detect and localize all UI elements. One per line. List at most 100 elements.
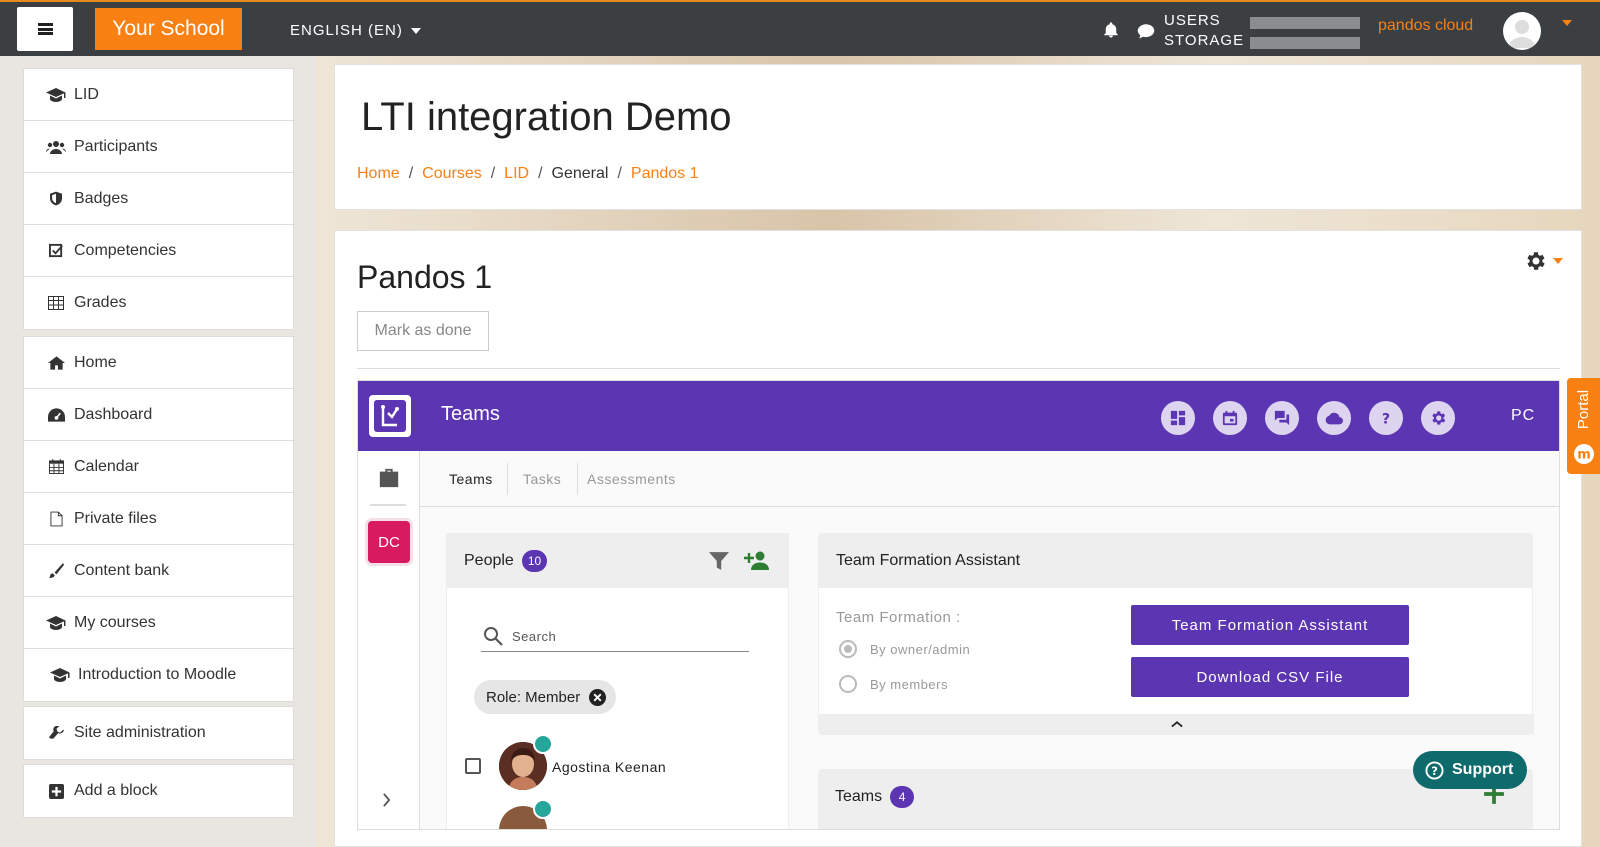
sidebar-item-site-admin[interactable]: Site administration: [24, 707, 293, 759]
wrench-icon: [46, 725, 66, 741]
teams-list-title: Teams: [835, 788, 883, 805]
chevron-right-icon[interactable]: [382, 793, 391, 807]
sidebar-item-badges[interactable]: Badges: [24, 173, 293, 225]
breadcrumb-home[interactable]: Home: [357, 165, 400, 182]
sidebar-item-my-courses[interactable]: My courses: [24, 597, 293, 649]
member-checkbox[interactable]: [465, 758, 481, 774]
user-menu-caret-icon[interactable]: [1562, 20, 1572, 26]
language-menu[interactable]: ENGLISH (EN): [290, 22, 421, 39]
member-name[interactable]: Agostina Keenan: [552, 759, 666, 775]
sidebar-item-grades[interactable]: Grades: [24, 277, 293, 329]
sidebar-item-intro-moodle[interactable]: Introduction to Moodle: [24, 649, 293, 701]
top-navbar: Your School ENGLISH (EN) USERS STORAGE p…: [0, 0, 1600, 56]
user-initials[interactable]: PC: [1511, 407, 1535, 425]
briefcase-icon[interactable]: [378, 468, 400, 488]
sidebar-item-label: Grades: [74, 294, 127, 311]
teams-list-header: Teams 4: [835, 786, 915, 808]
sidebar-item-label: LID: [74, 85, 99, 103]
teams-logo: [369, 395, 411, 437]
language-label: ENGLISH (EN): [290, 22, 403, 39]
search-icon: [484, 627, 503, 646]
filter-icon[interactable]: [709, 551, 729, 571]
people-panel: People 10 Search Role: Member Agostina K…: [446, 533, 789, 829]
mark-as-done-button[interactable]: Mark as done: [357, 311, 489, 351]
hamburger-icon: [37, 23, 53, 35]
page-title: LTI integration Demo: [361, 95, 732, 139]
forum-icon[interactable]: [1265, 401, 1299, 435]
sidebar-item-label: Competencies: [74, 241, 177, 259]
tab-teams[interactable]: Teams: [449, 471, 493, 487]
sidebar-item-dashboard[interactable]: Dashboard: [24, 389, 293, 441]
settings-gear-icon[interactable]: [1421, 401, 1455, 435]
add-block-button[interactable]: Add a block: [24, 765, 293, 817]
site-brand[interactable]: Your School: [95, 8, 242, 50]
users-icon: [46, 139, 66, 155]
sidebar-item-private-files[interactable]: Private files: [24, 493, 293, 545]
sidebar-item-participants[interactable]: Participants: [24, 121, 293, 173]
sidebar-item-label: Participants: [74, 137, 158, 155]
bell-icon[interactable]: [1102, 21, 1120, 39]
teams-app-frame: Teams ? PC DC Teams Tasks Assessments Pe…: [357, 380, 1560, 830]
team-formation-assistant-button[interactable]: Team Formation Assistant: [1131, 605, 1409, 645]
download-csv-button[interactable]: Download CSV File: [1131, 657, 1409, 697]
file-icon: [46, 511, 66, 527]
check-square-icon: [46, 243, 66, 259]
sidebar-item-competencies[interactable]: Competencies: [24, 225, 293, 277]
radio-by-members[interactable]: [839, 675, 857, 693]
collapse-bar[interactable]: [819, 714, 1534, 734]
sidebar-item-label: Home: [74, 353, 117, 371]
member-role-icon: [533, 734, 553, 754]
cloud-name-link[interactable]: pandos cloud: [1378, 17, 1473, 35]
user-avatar[interactable]: [1503, 12, 1541, 50]
workspace-avatar[interactable]: DC: [368, 521, 410, 563]
close-circle-icon[interactable]: [589, 688, 607, 706]
chevron-down-icon: [1553, 258, 1563, 264]
teams-count-badge: 4: [890, 786, 915, 808]
portal-side-tab[interactable]: Portal m: [1567, 378, 1600, 474]
help-icon[interactable]: ?: [1369, 401, 1403, 435]
sidebar-item-label: Private files: [74, 509, 157, 527]
people-header: People 10: [447, 534, 788, 588]
rail-divider: [370, 504, 406, 506]
teams-title: Teams: [441, 403, 500, 425]
activity-settings-menu[interactable]: [1523, 249, 1563, 273]
shield-icon: [46, 191, 66, 207]
calendar-icon: [46, 459, 66, 475]
teams-logo-icon: [374, 400, 406, 432]
message-icon[interactable]: [1137, 23, 1155, 39]
dashboard-icon: [46, 407, 66, 423]
team-formation-panel: Team Formation Assistant Team Formation …: [818, 533, 1534, 735]
radio-by-owner[interactable]: [839, 640, 857, 658]
hamburger-menu-button[interactable]: [17, 7, 73, 51]
add-person-icon[interactable]: [744, 550, 770, 570]
people-search-input[interactable]: Search: [481, 626, 749, 652]
paint-brush-icon: [46, 563, 66, 579]
sidebar-item-calendar[interactable]: Calendar: [24, 441, 293, 493]
dashboard-grid-icon[interactable]: [1161, 401, 1195, 435]
moodle-m-icon: m: [1574, 444, 1594, 464]
radio-by-members-label: By members: [870, 677, 948, 692]
tab-tasks[interactable]: Tasks: [523, 471, 561, 487]
activity-title: Pandos 1: [357, 259, 493, 295]
sidebar-item-home[interactable]: Home: [24, 337, 293, 389]
users-usage-label: USERS: [1164, 12, 1221, 29]
breadcrumb-courses[interactable]: Courses: [422, 165, 482, 182]
breadcrumb-lid[interactable]: LID: [504, 165, 529, 182]
svg-text:m: m: [1577, 448, 1591, 463]
home-icon: [46, 355, 66, 371]
add-block-label: Add a block: [74, 782, 158, 799]
support-button[interactable]: ? Support: [1413, 751, 1527, 789]
sidebar-item-label: Dashboard: [74, 405, 153, 423]
cloud-icon[interactable]: [1317, 401, 1351, 435]
sidebar-item-lid[interactable]: LID: [24, 69, 293, 121]
breadcrumb-pandos[interactable]: Pandos 1: [631, 165, 699, 182]
teams-left-rail: DC: [358, 451, 420, 829]
site-nav-block: Home Dashboard Calendar Private files Co…: [23, 336, 294, 702]
help-circle-icon: ?: [1425, 760, 1444, 780]
people-count-badge: 10: [521, 550, 548, 572]
sidebar-item-content-bank[interactable]: Content bank: [24, 545, 293, 597]
plus-square-icon: [46, 783, 66, 799]
calendar-icon[interactable]: [1213, 401, 1247, 435]
tab-assessments[interactable]: Assessments: [587, 471, 676, 487]
sidebar-item-label: Content bank: [74, 561, 170, 579]
